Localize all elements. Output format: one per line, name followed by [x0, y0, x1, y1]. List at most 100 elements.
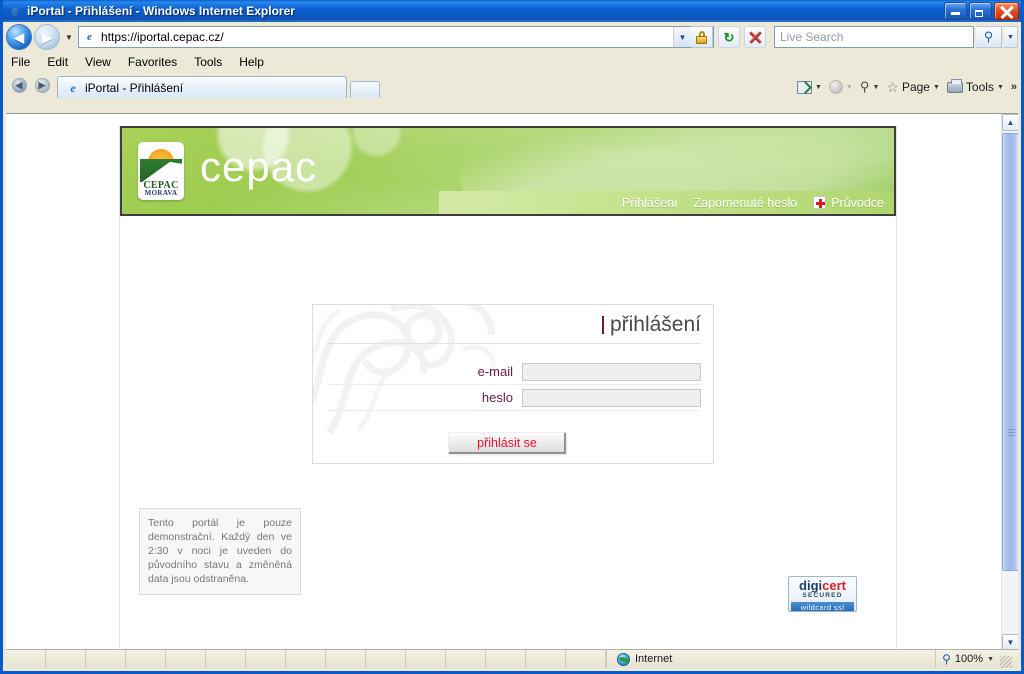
- status-segment: [486, 650, 526, 668]
- minimize-button[interactable]: [944, 2, 967, 20]
- search-icon: ⚲: [983, 29, 994, 44]
- scroll-up-button[interactable]: ▲: [1002, 114, 1018, 131]
- menu-item-tools[interactable]: Tools: [194, 55, 222, 69]
- search-provider-dropdown[interactable]: ▼: [1004, 26, 1018, 48]
- scrollbar-thumb[interactable]: [1002, 133, 1018, 571]
- menu-item-help[interactable]: Help: [239, 55, 264, 69]
- login-panel: přihlášení e-mail heslo přihlásit se: [312, 304, 714, 464]
- printer-icon: [946, 78, 963, 93]
- chevron-down-icon: ▼: [678, 32, 687, 42]
- chevron-down-icon: ▼: [815, 83, 822, 91]
- tab-favicon: e: [70, 80, 76, 95]
- window-title: iPortal - Přihlášení - Windows Internet …: [27, 4, 295, 18]
- page-menu-button[interactable]: ☆ Page ▼: [884, 79, 942, 95]
- address-bar[interactable]: e https://iportal.cepac.cz/ ▼: [78, 26, 714, 48]
- menu-item-file[interactable]: File: [11, 55, 30, 69]
- recent-pages-dropdown[interactable]: ▼: [62, 24, 76, 50]
- logo-field: [140, 159, 182, 182]
- chevron-down-icon: ▼: [932, 83, 940, 91]
- internet-explorer-icon: e: [11, 2, 19, 19]
- tools-menu-button[interactable]: Tools ▼: [945, 78, 1006, 95]
- tools-menu-label: Tools: [965, 80, 994, 94]
- browser-window: e iPortal - Přihlášení - Windows Interne…: [0, 0, 1024, 674]
- chevron-down-icon: ▼: [872, 83, 880, 91]
- read-mail-button[interactable]: ▼: [827, 79, 855, 95]
- password-field[interactable]: [522, 388, 701, 407]
- vertical-scrollbar[interactable]: ▲ ▼: [1001, 114, 1018, 651]
- status-segments: [6, 650, 606, 668]
- window-titlebar: e iPortal - Přihlášení - Windows Interne…: [3, 0, 1021, 22]
- search-go-button[interactable]: ⚲: [976, 26, 1002, 48]
- window-controls: [944, 2, 1019, 20]
- forward-arrow-icon: ▶: [34, 77, 50, 93]
- security-lock-button[interactable]: [691, 26, 713, 48]
- maximize-button[interactable]: [969, 2, 992, 20]
- page-favicon: e: [87, 30, 92, 43]
- back-button[interactable]: ◀: [6, 24, 32, 50]
- back-arrow-icon: ◀: [11, 77, 27, 93]
- login-panel-title: přihlášení: [601, 313, 701, 336]
- nav-item-prihlaseni[interactable]: Přihlášení: [622, 196, 678, 210]
- chevron-down-icon: ▼: [1007, 33, 1014, 41]
- digicert-wildcard-bar: wildcard ssl: [791, 602, 854, 611]
- menu-item-edit[interactable]: Edit: [47, 55, 68, 69]
- status-segment: [526, 650, 566, 668]
- feeds-button[interactable]: ▼: [795, 80, 824, 95]
- security-zone-indicator[interactable]: Internet: [606, 650, 766, 668]
- star-icon: ☆: [886, 79, 899, 95]
- tab-label: iPortal - Přihlášení: [85, 80, 184, 95]
- status-segment: [406, 650, 446, 668]
- cepac-morava-logo[interactable]: CEPAC MORAVA: [138, 142, 184, 200]
- address-bar-url: https://iportal.cepac.cz/: [101, 30, 224, 44]
- quick-back-button[interactable]: ◀: [9, 75, 29, 95]
- nav-item-zapomenute-heslo[interactable]: Zapomenuté heslo: [694, 196, 798, 210]
- logo-road: [140, 161, 182, 182]
- title-accent-bar: [601, 315, 604, 334]
- status-bar: Internet ⚲ 100% ▼: [6, 649, 1018, 668]
- zoom-control[interactable]: ⚲ 100% ▼: [935, 650, 1018, 668]
- digicert-seal[interactable]: digicert SECURED wildcard ssl: [788, 576, 857, 612]
- globe-icon: [617, 652, 630, 666]
- new-tab-button[interactable]: [350, 81, 380, 98]
- page-viewport: CEPAC MORAVA cepac Přihlášení Zapomenuté…: [6, 113, 1018, 651]
- red-cross-icon: [813, 196, 827, 209]
- status-segment: [86, 650, 126, 668]
- site-nav: Přihlášení Zapomenuté heslo Průvodce: [438, 191, 894, 214]
- quick-forward-button[interactable]: ▶: [32, 75, 52, 95]
- zoom-level-label: 100%: [954, 653, 984, 665]
- security-zone-label: Internet: [635, 653, 673, 665]
- lock-icon: [696, 30, 707, 44]
- status-segment: [446, 650, 486, 668]
- tab-iportal[interactable]: e iPortal - Přihlášení: [57, 76, 347, 98]
- digicert-secured-text: SECURED: [802, 592, 843, 599]
- status-segment: [286, 650, 326, 668]
- login-title-text: přihlášení: [609, 313, 701, 336]
- status-segment: [166, 650, 206, 668]
- forward-arrow-icon: ▶: [42, 29, 52, 45]
- stop-button[interactable]: [744, 26, 766, 48]
- search-icon: ⚲: [859, 79, 870, 94]
- chevron-down-icon[interactable]: ▼: [987, 656, 994, 663]
- refresh-button[interactable]: ↻: [718, 26, 740, 48]
- overflow-chevron-icon[interactable]: »: [1011, 81, 1017, 93]
- address-dropdown-button[interactable]: ▼: [673, 27, 691, 47]
- menu-item-view[interactable]: View: [85, 55, 111, 69]
- forward-button[interactable]: ▶: [34, 24, 60, 50]
- status-segment: [246, 650, 286, 668]
- site-container: CEPAC MORAVA cepac Přihlášení Zapomenuté…: [119, 126, 897, 651]
- close-button[interactable]: [994, 2, 1019, 20]
- scrollbar-grip: [1008, 429, 1015, 436]
- menu-item-favorites[interactable]: Favorites: [128, 55, 177, 69]
- status-segment: [6, 650, 46, 668]
- rss-icon: [828, 80, 843, 94]
- resize-grip[interactable]: [1000, 656, 1012, 668]
- nav-item-pruvodce[interactable]: Průvodce: [813, 196, 884, 210]
- back-arrow-icon: ◀: [14, 29, 24, 45]
- login-submit-button[interactable]: přihlásit se: [448, 432, 566, 454]
- search-input[interactable]: Live Search: [774, 26, 974, 48]
- title-divider: [328, 343, 701, 344]
- status-segment: [126, 650, 166, 668]
- print-search-button[interactable]: ⚲ ▼: [858, 78, 881, 96]
- email-field[interactable]: [522, 362, 701, 381]
- logo-text-morava: MORAVA: [144, 188, 178, 197]
